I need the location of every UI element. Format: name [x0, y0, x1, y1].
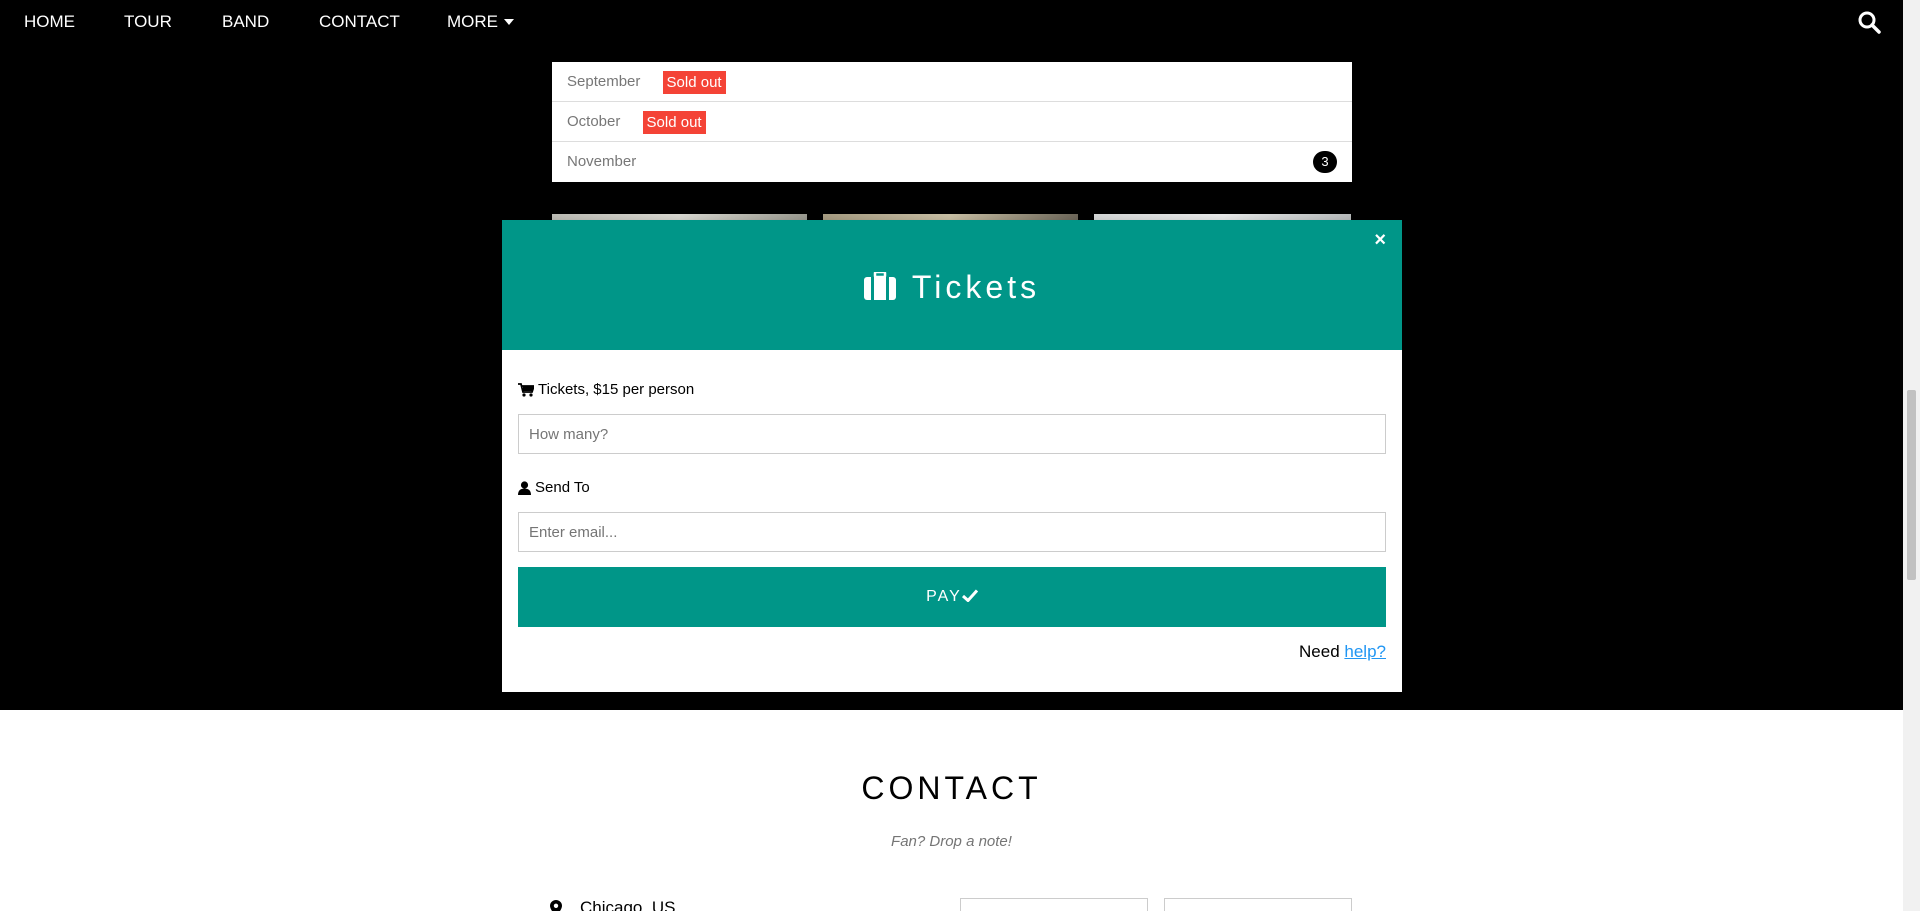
nav-band[interactable]: BAND: [222, 0, 269, 44]
search-icon[interactable]: [1857, 10, 1881, 34]
contact-subtitle: Fan? Drop a note!: [891, 833, 1012, 850]
help-line: Need help?: [1299, 642, 1386, 662]
modal-title-text: Tickets: [911, 269, 1041, 305]
contact-email-input[interactable]: [1164, 898, 1352, 911]
nav-contact[interactable]: CONTACT: [319, 0, 400, 44]
check-icon: [961, 589, 978, 603]
send-to-label: Send To: [518, 478, 1386, 498]
tickets-label-text: Tickets, $15 per person: [538, 381, 695, 398]
month-row-september[interactable]: September Sold out: [552, 62, 1352, 102]
location-line: Chicago, US: [550, 898, 675, 911]
scrollbar-thumb[interactable]: [1907, 390, 1916, 580]
caret-down-icon: [504, 19, 514, 25]
month-row-october[interactable]: October Sold out: [552, 102, 1352, 142]
month-label: November: [567, 153, 637, 170]
user-icon: [518, 481, 531, 495]
close-icon[interactable]: ×: [1374, 230, 1386, 250]
help-prefix: Need: [1299, 642, 1340, 661]
location-text: Chicago, US: [580, 898, 676, 911]
ticket-quantity-input[interactable]: [518, 414, 1386, 454]
help-link[interactable]: help?: [1344, 642, 1386, 661]
tickets-field-label: Tickets, $15 per person: [518, 380, 1386, 400]
sold-out-badge: Sold out: [642, 110, 706, 134]
nav-more-label: MORE: [447, 12, 498, 31]
month-row-november[interactable]: November 3: [552, 142, 1352, 182]
pay-button[interactable]: PAY: [518, 567, 1386, 627]
send-to-label-text: Send To: [535, 479, 590, 496]
modal-body: Tickets, $15 per person Send To PAY: [502, 350, 1402, 627]
suitcase-icon: [863, 272, 896, 300]
month-label: September: [567, 73, 641, 90]
cart-icon: [518, 383, 534, 397]
contact-heading: CONTACT: [861, 770, 1042, 806]
sold-out-badge: Sold out: [662, 70, 726, 94]
month-list: September Sold out October Sold out Nove…: [552, 62, 1352, 182]
ticket-count-badge: 3: [1313, 151, 1337, 173]
pay-label: PAY: [926, 588, 962, 605]
contact-name-input[interactable]: [960, 898, 1148, 911]
month-label: October: [567, 113, 621, 130]
nav-home[interactable]: HOME: [24, 0, 75, 44]
nav-tour[interactable]: TOUR: [124, 0, 172, 44]
top-navbar: HOME TOUR BAND CONTACT MORE: [0, 0, 1903, 44]
modal-title: Tickets: [502, 267, 1402, 307]
email-input[interactable]: [518, 512, 1386, 552]
map-marker-icon: [550, 900, 562, 911]
page-scrollbar[interactable]: [1903, 0, 1920, 911]
tickets-modal: × Tickets Tickets, $15 per person How ma…: [502, 220, 1402, 692]
modal-header: × Tickets: [502, 220, 1402, 350]
nav-more-dropdown[interactable]: MORE: [447, 0, 514, 44]
